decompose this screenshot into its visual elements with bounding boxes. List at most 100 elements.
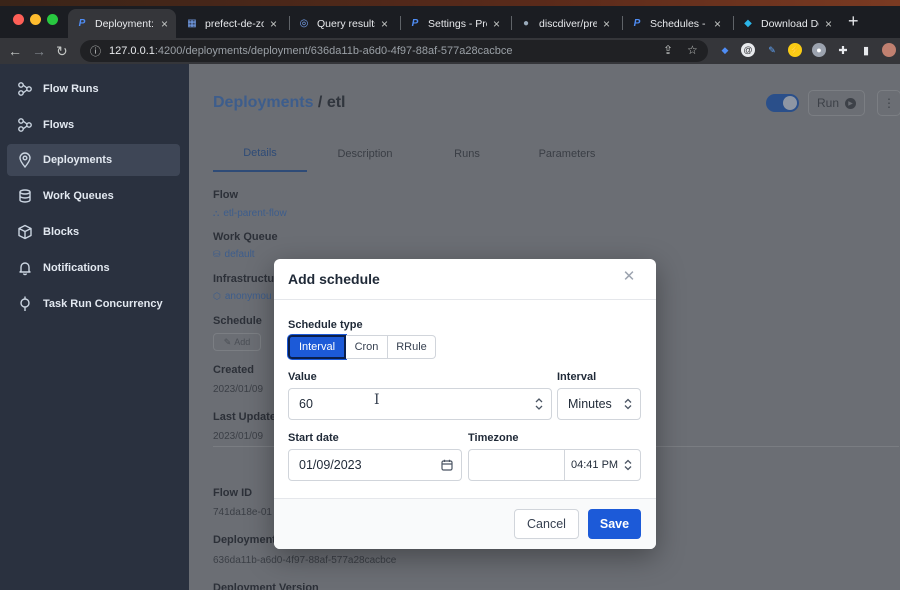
- sidebar-item-notifications[interactable]: Notifications: [7, 252, 180, 284]
- tab-details[interactable]: Details: [213, 136, 307, 172]
- extension-prefect-icon[interactable]: ◆: [718, 43, 732, 57]
- calendar-icon[interactable]: [441, 450, 453, 480]
- prefect-icon: P: [633, 18, 641, 29]
- close-icon[interactable]: ×: [603, 17, 610, 31]
- browser-tab-download-docker[interactable]: ◆ Download Doc ×: [734, 9, 840, 38]
- url-path: :4200/deployments/deployment/636da11b-a6…: [154, 45, 513, 57]
- pin-icon: [17, 296, 33, 312]
- share-icon[interactable]: ⇪: [663, 42, 673, 58]
- created-value: 2023/01/09: [213, 384, 264, 395]
- interval-label: Interval: [557, 371, 597, 383]
- timezone-input[interactable]: [468, 449, 565, 481]
- run-button[interactable]: Run ▶: [808, 90, 865, 116]
- extension-lightning-icon[interactable]: ⚡: [788, 43, 802, 57]
- reload-icon[interactable]: ↻: [56, 42, 68, 60]
- browser-tab-schedules[interactable]: P Schedules - Pr ×: [623, 9, 729, 38]
- sidebar-item-work-queues[interactable]: Work Queues: [7, 180, 180, 212]
- close-icon[interactable]: ×: [161, 17, 168, 31]
- schedule-type-selector: Interval Cron RRule: [288, 335, 436, 359]
- flow-runs-icon: [17, 81, 33, 97]
- side-panel-icon[interactable]: ▮: [859, 43, 873, 57]
- tab-label: Download Doc: [761, 17, 819, 30]
- table-icon: ▦: [187, 18, 197, 29]
- sidebar-item-label: Task Run Concurrency: [43, 298, 163, 310]
- extensions-puzzle-icon[interactable]: ✚: [836, 43, 850, 57]
- window-maximize-button[interactable]: [47, 14, 58, 25]
- sidebar-item-deployments[interactable]: Deployments: [7, 144, 180, 176]
- app-sidebar: Flow Runs Flows Deployments Work Queues …: [0, 64, 189, 590]
- browser-tab-deployment[interactable]: P Deployment: et ×: [68, 9, 176, 38]
- last-updated-value: 2023/01/09: [213, 431, 264, 442]
- add-schedule-button[interactable]: ✎ Add: [213, 333, 261, 351]
- close-icon[interactable]: ✕: [621, 269, 637, 285]
- work-queue-value-link[interactable]: ⛁ default: [213, 249, 255, 260]
- flow-id-label: Flow ID: [213, 487, 253, 499]
- tab-label: Deployment: et: [95, 17, 155, 30]
- more-menu-button[interactable]: ⋮: [877, 90, 900, 116]
- interval-unit-select[interactable]: Minutes: [557, 388, 641, 420]
- timezone-label: Timezone: [468, 432, 519, 444]
- sidebar-item-label: Flow Runs: [43, 83, 99, 95]
- pencil-icon: ✎: [223, 336, 232, 347]
- extension-pen-icon[interactable]: ✎: [765, 43, 779, 57]
- deployment-tabs: Details Description Runs Parameters: [213, 136, 633, 172]
- breadcrumb-deployments-link[interactable]: Deployments: [213, 94, 313, 111]
- infrastructure-value-link[interactable]: ⬡ anonymou: [213, 291, 272, 302]
- close-icon[interactable]: ×: [493, 17, 500, 31]
- window-close-button[interactable]: [13, 14, 24, 25]
- back-arrow-icon[interactable]: ←: [8, 42, 22, 60]
- bookmark-star-icon[interactable]: ☆: [687, 42, 698, 58]
- select-chevron-icon: [624, 450, 632, 480]
- flow-label: Flow: [213, 189, 239, 201]
- new-tab-plus-icon[interactable]: +: [848, 12, 859, 30]
- created-label: Created: [213, 364, 254, 376]
- add-schedule-modal: Add schedule ✕ Schedule type Interval Cr…: [274, 259, 656, 549]
- tab-bar-top-strip: [0, 0, 900, 6]
- site-info-icon[interactable]: ⓘ: [90, 43, 101, 59]
- toggle-knob: [783, 96, 797, 110]
- close-icon[interactable]: ×: [270, 17, 277, 31]
- address-bar[interactable]: ⓘ 127.0.0.1:4200/deployments/deployment/…: [80, 40, 708, 62]
- close-icon[interactable]: ×: [714, 17, 721, 31]
- flow-icon: ⛬: [213, 208, 220, 218]
- tab-label: Query results: [317, 17, 375, 30]
- sidebar-item-task-run-concurrency[interactable]: Task Run Concurrency: [7, 288, 180, 320]
- save-button[interactable]: Save: [588, 509, 641, 539]
- close-icon[interactable]: ×: [381, 17, 388, 31]
- flow-value-link[interactable]: ⛬ etl-parent-flow: [213, 208, 287, 219]
- browser-tab-prefect-de-zo[interactable]: ▦ prefect-de-zo ×: [178, 9, 285, 38]
- cancel-button[interactable]: Cancel: [514, 509, 579, 539]
- schedule-type-interval[interactable]: Interval: [288, 335, 346, 359]
- breadcrumb: Deployments / etl: [213, 94, 345, 112]
- tab-runs[interactable]: Runs: [439, 136, 495, 172]
- browser-tab-github[interactable]: ● discdiver/prefe ×: [512, 9, 618, 38]
- browser-tab-query-results[interactable]: ◎ Query results ×: [290, 9, 396, 38]
- number-stepper-icon[interactable]: [535, 389, 543, 419]
- schedule-active-toggle[interactable]: [766, 94, 799, 112]
- profile-avatar[interactable]: [882, 43, 896, 57]
- forward-arrow-icon[interactable]: →: [32, 42, 46, 60]
- schedule-type-rrule[interactable]: RRule: [388, 335, 436, 359]
- extension-gray-icon[interactable]: ●: [812, 43, 826, 57]
- extension-globe-icon[interactable]: @: [741, 43, 755, 57]
- interval-value-input[interactable]: 60: [288, 388, 552, 420]
- sidebar-item-flows[interactable]: Flows: [7, 109, 180, 141]
- start-time-select[interactable]: 04:41 PM: [564, 449, 641, 481]
- window-minimize-button[interactable]: [30, 14, 41, 25]
- interval-value-text: 60: [299, 397, 313, 411]
- tab-parameters[interactable]: Parameters: [525, 136, 609, 172]
- schedule-type-cron[interactable]: Cron: [346, 335, 388, 359]
- sidebar-item-flow-runs[interactable]: Flow Runs: [7, 73, 180, 105]
- browser-tab-bar: P Deployment: et × ▦ prefect-de-zo × ◎ Q…: [0, 0, 900, 38]
- sidebar-item-blocks[interactable]: Blocks: [7, 216, 180, 248]
- start-date-input[interactable]: 01/09/2023: [288, 449, 462, 481]
- url-host: 127.0.0.1: [109, 45, 155, 57]
- value-label: Value: [288, 371, 317, 383]
- sidebar-item-label: Flows: [43, 119, 75, 131]
- database-icon: [17, 188, 33, 204]
- last-updated-label: Last Update: [213, 411, 276, 423]
- tab-description[interactable]: Description: [319, 136, 411, 172]
- close-icon[interactable]: ×: [825, 17, 832, 31]
- browser-tab-settings[interactable]: P Settings - Pref ×: [401, 9, 508, 38]
- bell-icon: [17, 260, 33, 276]
